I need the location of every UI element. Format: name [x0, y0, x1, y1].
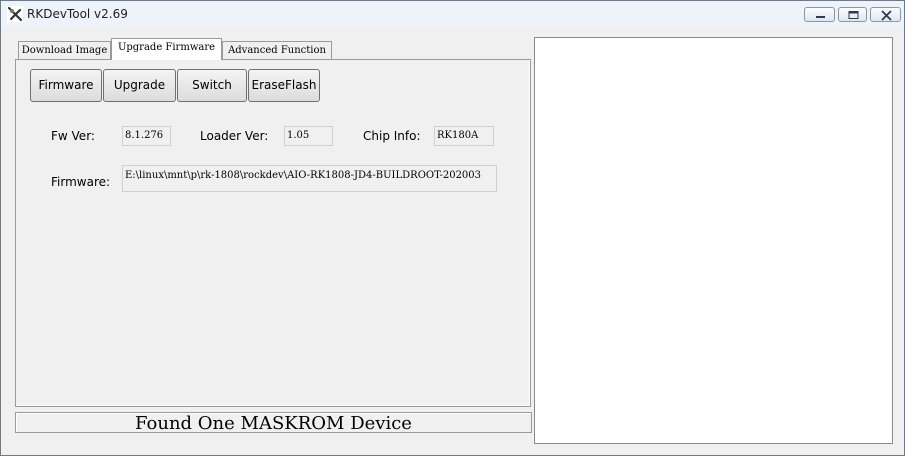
minimize-button[interactable]: [804, 7, 835, 22]
fw-ver-label: Fw Ver:: [51, 129, 95, 143]
firmware-button[interactable]: Firmware: [30, 69, 102, 102]
maximize-button[interactable]: [838, 7, 867, 22]
title-bar[interactable]: RKDevTool v2.69: [1, 1, 904, 28]
eraseflash-button[interactable]: EraseFlash: [248, 69, 320, 102]
tab-download-image[interactable]: Download Image: [18, 41, 111, 60]
loader-ver-label: Loader Ver:: [200, 129, 269, 143]
switch-button[interactable]: Switch: [177, 69, 247, 102]
app-icon: [7, 6, 23, 22]
loader-ver-field: 1.05: [284, 126, 333, 146]
fw-ver-field: 8.1.276: [122, 126, 171, 146]
maximize-icon: [848, 11, 859, 19]
log-output-panel[interactable]: [534, 37, 893, 444]
main-window: RKDevTool v2.69 Download Image Upgrade F…: [0, 0, 905, 456]
chip-info-field: RK180A: [434, 126, 494, 146]
close-icon: [881, 10, 892, 21]
upgrade-firmware-panel: [15, 59, 531, 407]
window-title: RKDevTool v2.69: [27, 7, 128, 21]
tab-advanced-function[interactable]: Advanced Function: [222, 41, 332, 60]
close-button[interactable]: [870, 7, 901, 22]
firmware-path-field[interactable]: E:\linux\mnt\p\rk-1808\rockdev\AIO-RK180…: [122, 165, 497, 192]
tab-upgrade-firmware[interactable]: Upgrade Firmware: [111, 38, 222, 60]
upgrade-button[interactable]: Upgrade: [103, 69, 176, 102]
firmware-path-label: Firmware:: [51, 175, 111, 189]
status-bar: Found One MASKROM Device: [15, 412, 532, 434]
chip-info-label: Chip Info:: [363, 129, 421, 143]
minimize-icon: [816, 16, 825, 18]
status-message: Found One MASKROM Device: [135, 413, 412, 434]
